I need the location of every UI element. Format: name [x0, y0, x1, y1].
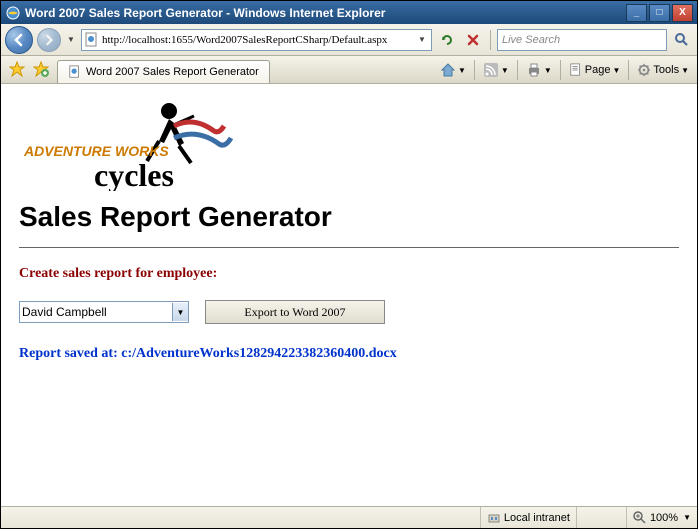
- export-button[interactable]: Export to Word 2007: [205, 300, 385, 324]
- prompt-label: Create sales report for employee:: [19, 266, 679, 282]
- url-input[interactable]: [102, 34, 415, 46]
- back-button[interactable]: [5, 26, 33, 54]
- svg-text:cycles: cycles: [94, 157, 174, 191]
- tab-label: Word 2007 Sales Report Generator: [86, 66, 259, 78]
- window-title: Word 2007 Sales Report Generator - Windo…: [25, 6, 626, 20]
- feeds-button[interactable]: ▼: [479, 60, 513, 80]
- zoom-icon: [633, 511, 647, 525]
- stop-button[interactable]: [462, 29, 484, 51]
- search-box[interactable]: Live Search: [497, 29, 667, 51]
- intranet-icon: [487, 511, 501, 525]
- print-button[interactable]: ▼: [522, 60, 556, 80]
- page-type-icon: [84, 32, 100, 48]
- employee-select[interactable]: David Campbell ▼: [19, 301, 189, 323]
- favorites-star-icon[interactable]: [7, 59, 27, 79]
- tab-bar: Word 2007 Sales Report Generator ▼ ▼ ▼ P…: [1, 56, 697, 84]
- browser-tab[interactable]: Word 2007 Sales Report Generator: [57, 60, 270, 83]
- tools-menu[interactable]: Tools ▼: [633, 61, 693, 79]
- forward-button[interactable]: [37, 28, 61, 52]
- zoom-dropdown-icon[interactable]: ▼: [683, 513, 691, 522]
- tab-page-icon: [68, 65, 82, 79]
- ie-window: Word 2007 Sales Report Generator - Windo…: [0, 0, 698, 529]
- separator: [560, 60, 561, 80]
- add-favorites-icon[interactable]: [31, 59, 51, 79]
- page-menu[interactable]: Page ▼: [565, 61, 625, 79]
- separator: [628, 60, 629, 80]
- separator: [490, 30, 491, 50]
- close-button[interactable]: X: [672, 4, 693, 22]
- maximize-button[interactable]: □: [649, 4, 670, 22]
- page-title: Sales Report Generator: [19, 201, 679, 233]
- page-content[interactable]: ADVENTURE WORKS cycles Sales Report Gene…: [1, 84, 697, 506]
- address-dropdown-icon[interactable]: ▼: [415, 35, 429, 44]
- status-bar: Local intranet 100% ▼: [1, 506, 697, 528]
- search-go-button[interactable]: [671, 29, 693, 51]
- security-zone-pane[interactable]: Local intranet: [480, 507, 576, 528]
- nav-history-dropdown[interactable]: ▼: [65, 35, 77, 44]
- zoom-value: 100%: [650, 512, 678, 524]
- controls-row: David Campbell ▼ Export to Word 2007: [19, 300, 679, 324]
- refresh-button[interactable]: [436, 29, 458, 51]
- adventure-works-logo: ADVENTURE WORKS cycles: [19, 96, 679, 191]
- search-placeholder: Live Search: [502, 34, 560, 46]
- window-controls: _ □ X: [626, 4, 693, 22]
- ie-logo-icon: [5, 5, 21, 21]
- nav-toolbar: ▼ ▼ Live Search: [1, 24, 697, 56]
- command-bar: ▼ ▼ ▼ Page ▼ Tools ▼: [436, 60, 693, 83]
- status-message: Report saved at: c:/AdventureWorks128294…: [19, 346, 679, 362]
- address-bar[interactable]: ▼: [81, 29, 432, 51]
- employee-selected-value: David Campbell: [22, 305, 107, 319]
- separator: [474, 60, 475, 80]
- zone-label: Local intranet: [504, 512, 570, 524]
- zoom-pane[interactable]: 100% ▼: [626, 507, 697, 528]
- select-dropdown-icon[interactable]: ▼: [172, 303, 188, 321]
- protected-mode-pane[interactable]: [576, 507, 626, 528]
- titlebar[interactable]: Word 2007 Sales Report Generator - Windo…: [1, 1, 697, 24]
- home-button[interactable]: ▼: [436, 60, 470, 80]
- minimize-button[interactable]: _: [626, 4, 647, 22]
- separator: [517, 60, 518, 80]
- divider: [19, 247, 679, 248]
